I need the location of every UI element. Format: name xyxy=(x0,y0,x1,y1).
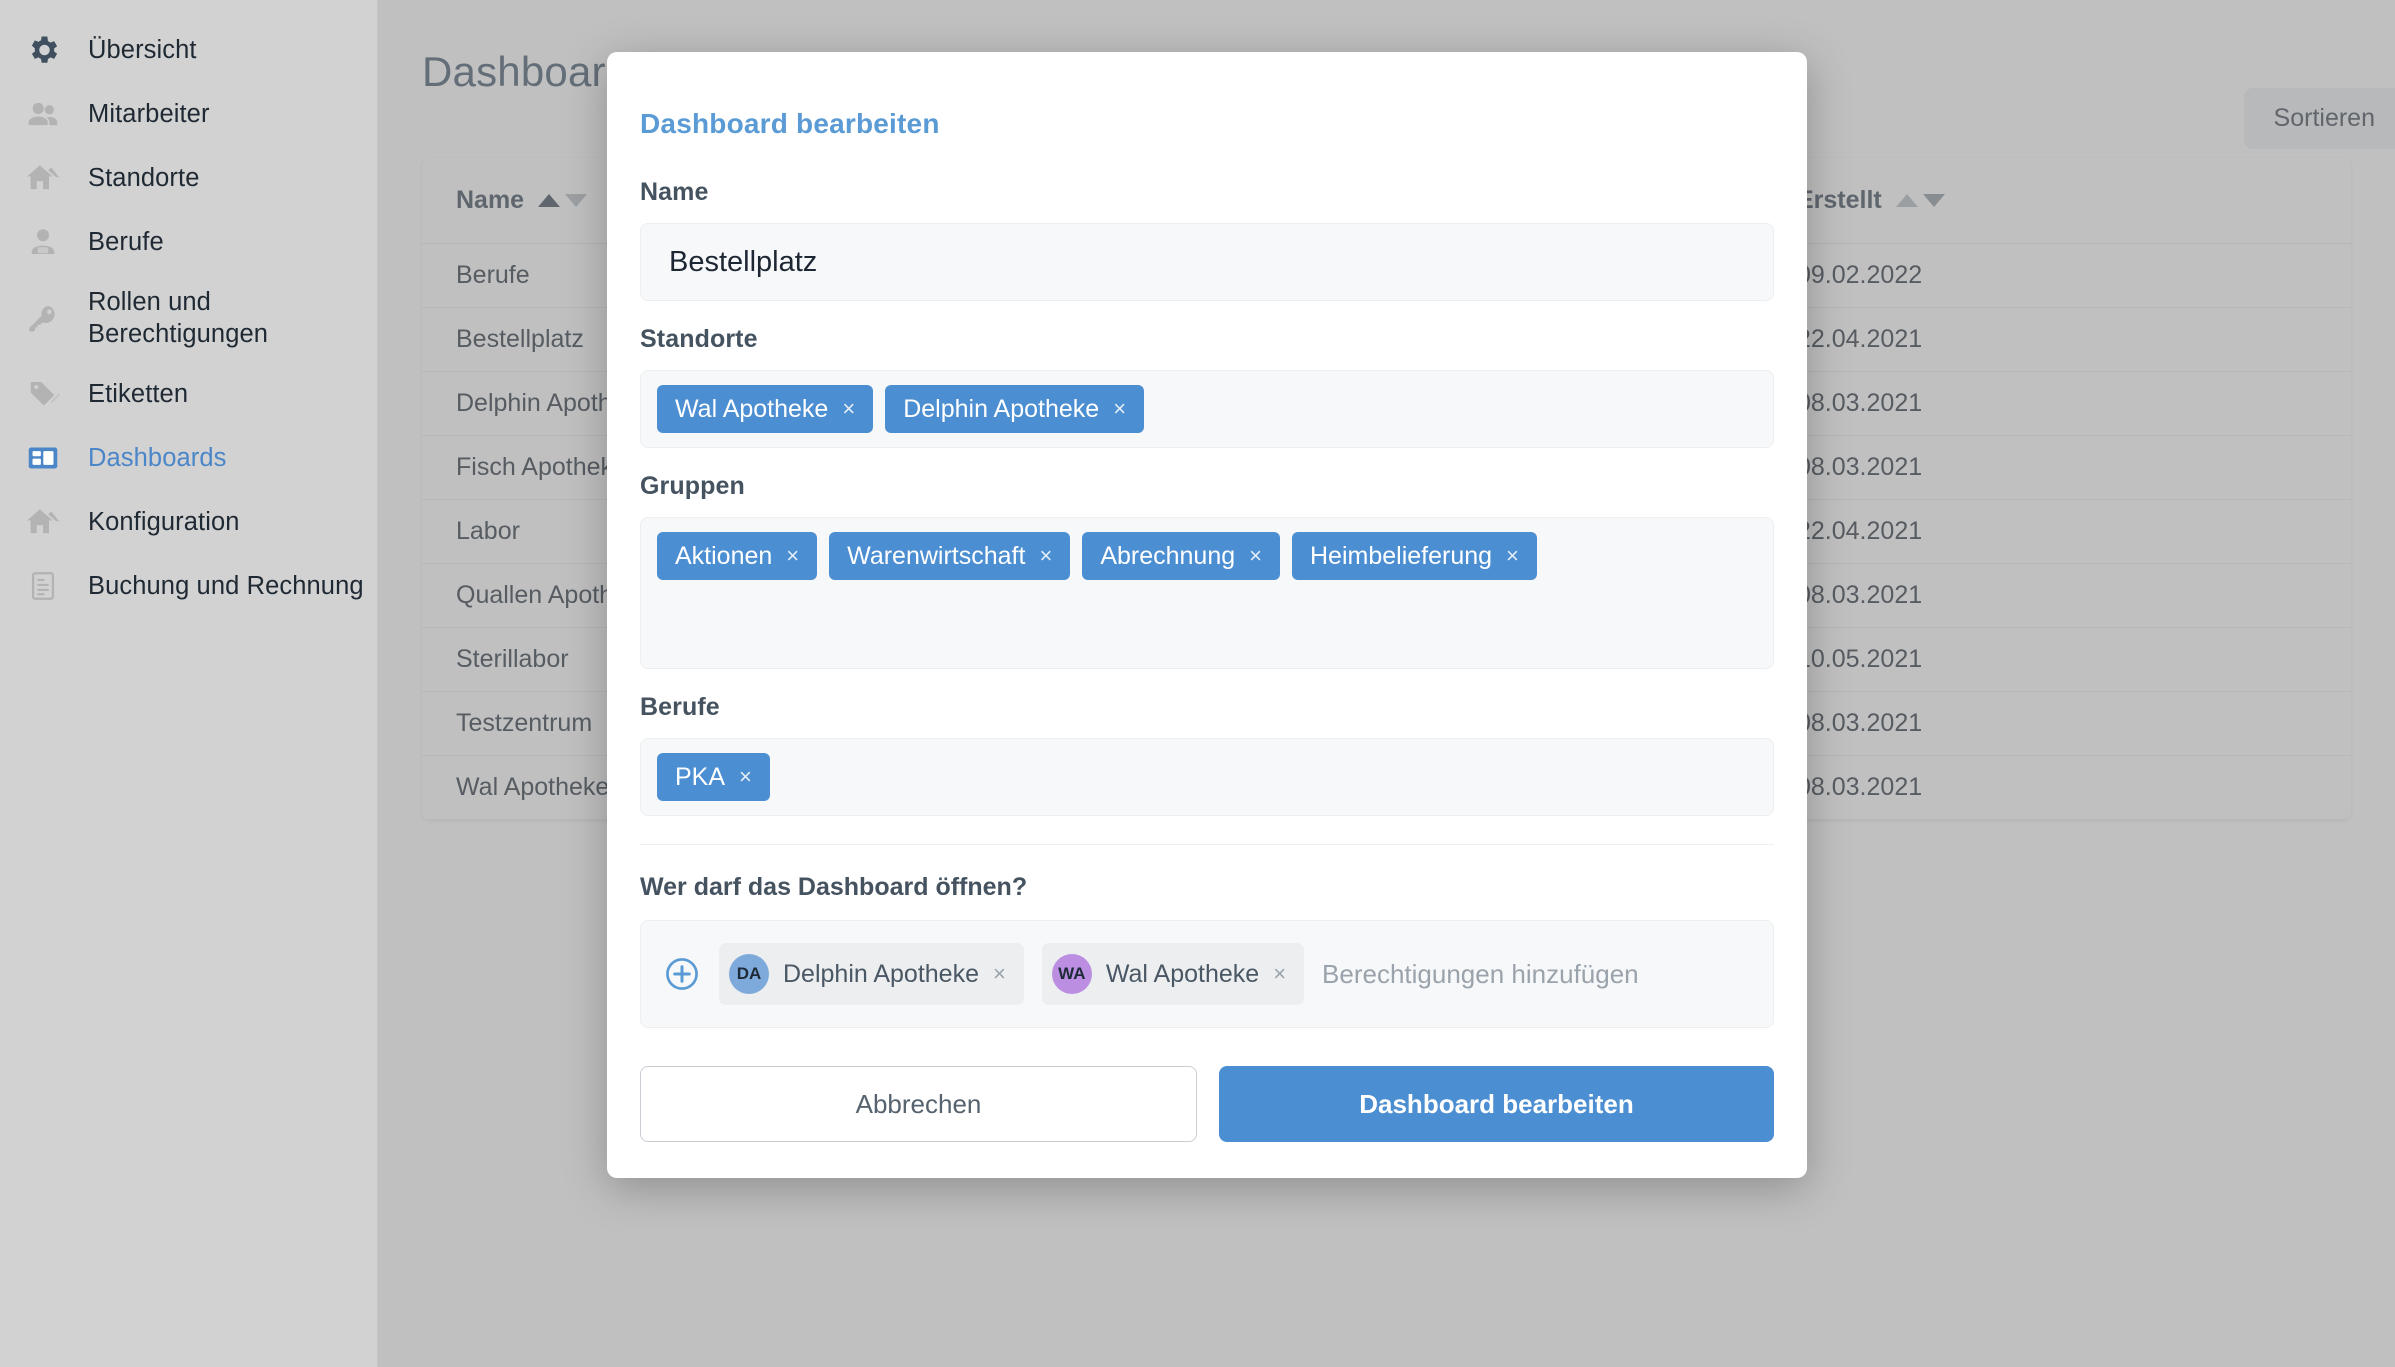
chip-label: Delphin Apotheke xyxy=(903,394,1100,423)
permission-chips: DA Delphin Apotheke × WA Wal Apotheke × xyxy=(719,943,1305,1005)
sidebar-item-label: Mitarbeiter xyxy=(88,99,210,128)
chip-remove-icon[interactable]: × xyxy=(1039,545,1052,567)
tag-icon xyxy=(24,375,62,413)
sidebar-item-mitarbeiter[interactable]: Mitarbeiter xyxy=(0,82,377,146)
key-icon xyxy=(24,299,62,337)
sidebar-item-label: Standorte xyxy=(88,163,200,192)
name-input[interactable]: Bestellplatz xyxy=(640,223,1774,301)
sidebar-item-berufe[interactable]: Berufe xyxy=(0,210,377,274)
field-label-berufe: Berufe xyxy=(640,693,720,721)
gruppe-chip[interactable]: Heimbelieferung × xyxy=(1292,532,1537,580)
field-standorte: Standorte Wal Apotheke × Delphin Apotheke × xyxy=(640,325,1774,448)
edit-dashboard-dialog: Dashboard bearbeiten Name Bestellplatz S… xyxy=(607,52,1807,1178)
chip-label: Wal Apotheke xyxy=(675,394,829,423)
chip-remove-icon[interactable]: × xyxy=(1249,545,1262,567)
gruppen-chips-input[interactable]: Aktionen × Warenwirtschaft × Abrechnung × Heim… xyxy=(640,517,1774,669)
sidebar-item-rollen-und-berechtigungen[interactable]: Rollen und Berechtigungen xyxy=(0,274,377,362)
avatar: DA xyxy=(729,954,769,994)
people-icon xyxy=(24,95,62,133)
avatar: WA xyxy=(1051,954,1092,994)
chip-remove-icon[interactable]: × xyxy=(739,766,752,788)
sidebar-item-label: Berufe xyxy=(88,227,164,256)
permission-name: Wal Apotheke xyxy=(1105,959,1260,988)
sidebar-item-dashboards[interactable]: Dashboards xyxy=(0,426,377,490)
chip-label: PKA xyxy=(675,762,726,791)
field-berufe: Berufe PKA × xyxy=(640,693,1774,816)
chip-remove-icon[interactable]: × xyxy=(842,398,855,420)
sidebar-item-label: Dashboards xyxy=(88,444,227,473)
sidebar-item-label: Konfiguration xyxy=(88,508,240,537)
sidebar-item-label: Übersicht xyxy=(88,35,197,64)
permissions-question: Wer darf das Dashboard öffnen? xyxy=(640,873,1028,901)
dialog-actions: Abbrechen Dashboard bearbeiten xyxy=(640,1066,1774,1142)
beruf-chip[interactable]: PKA × xyxy=(657,753,770,801)
chip-remove-icon[interactable]: × xyxy=(1273,961,1286,987)
field-name: Name Bestellplatz xyxy=(640,178,1774,301)
standorte-chips-input[interactable]: Wal Apotheke × Delphin Apotheke × xyxy=(640,370,1774,448)
invoice-icon xyxy=(24,567,62,605)
submit-button[interactable]: Dashboard bearbeiten xyxy=(1219,1066,1774,1142)
profession-icon xyxy=(24,223,62,261)
permission-name: Delphin Apotheke xyxy=(783,959,979,988)
field-gruppen: Gruppen Aktionen × Warenwirtschaft × Abrechn… xyxy=(640,472,1774,669)
dialog-title: Dashboard bearbeiten xyxy=(640,108,940,139)
sidebar-item-buchung-und-rechnung[interactable]: Buchung und Rechnung xyxy=(0,554,377,618)
chip-remove-icon[interactable]: × xyxy=(786,545,799,567)
standort-chip[interactable]: Wal Apotheke × xyxy=(657,385,874,433)
gruppe-chip[interactable]: Warenwirtschaft × xyxy=(829,532,1071,580)
gear-icon xyxy=(24,31,62,69)
gruppe-chip[interactable]: Aktionen × xyxy=(657,532,818,580)
chip-label: Warenwirtschaft xyxy=(847,541,1026,570)
sidebar-item-standorte[interactable]: Standorte xyxy=(0,146,377,210)
sidebar-item-label: Buchung und Rechnung xyxy=(88,572,364,601)
field-label-standorte: Standorte xyxy=(640,325,758,353)
home-icon xyxy=(24,159,62,197)
permission-chip[interactable]: WA Wal Apotheke × xyxy=(1041,943,1305,1005)
cancel-button[interactable]: Abbrechen xyxy=(640,1066,1197,1142)
name-input-value: Bestellplatz xyxy=(669,245,818,278)
chip-label: Heimbelieferung xyxy=(1310,541,1493,570)
sidebar-item-konfiguration[interactable]: Konfiguration xyxy=(0,490,377,554)
sidebar-item-label: Rollen und Berechtigungen xyxy=(88,288,269,349)
berufe-chips-input[interactable]: PKA × xyxy=(640,738,1774,816)
home-icon xyxy=(24,503,62,541)
standort-chip[interactable]: Delphin Apotheke × xyxy=(885,385,1145,433)
sidebar-item-uebersicht[interactable]: Übersicht xyxy=(0,18,377,82)
chip-remove-icon[interactable]: × xyxy=(1113,398,1126,420)
sidebar-item-label: Etiketten xyxy=(88,380,189,409)
chip-label: Abrechnung xyxy=(1100,541,1236,570)
field-label-name: Name xyxy=(640,178,709,206)
dashboard-icon xyxy=(24,439,62,477)
field-label-gruppen: Gruppen xyxy=(640,472,745,500)
permissions-placeholder: Berechtigungen hinzufügen xyxy=(1322,958,1639,989)
chip-remove-icon[interactable]: × xyxy=(1506,545,1519,567)
chip-remove-icon[interactable]: × xyxy=(993,961,1006,987)
chip-label: Aktionen xyxy=(675,541,773,570)
sidebar-item-etiketten[interactable]: Etiketten xyxy=(0,362,377,426)
add-permission-icon[interactable] xyxy=(663,955,701,993)
permissions-input[interactable]: DA Delphin Apotheke × WA Wal Apotheke × Berec… xyxy=(640,920,1774,1028)
sidebar: Übersicht Mitarbeiter Standorte Berufe R xyxy=(0,0,378,1367)
section-divider xyxy=(640,844,1774,845)
app-shell: Übersicht Mitarbeiter Standorte Berufe R xyxy=(0,0,2395,1367)
gruppe-chip[interactable]: Abrechnung × xyxy=(1082,532,1280,580)
permission-chip[interactable]: DA Delphin Apotheke × xyxy=(719,943,1024,1005)
